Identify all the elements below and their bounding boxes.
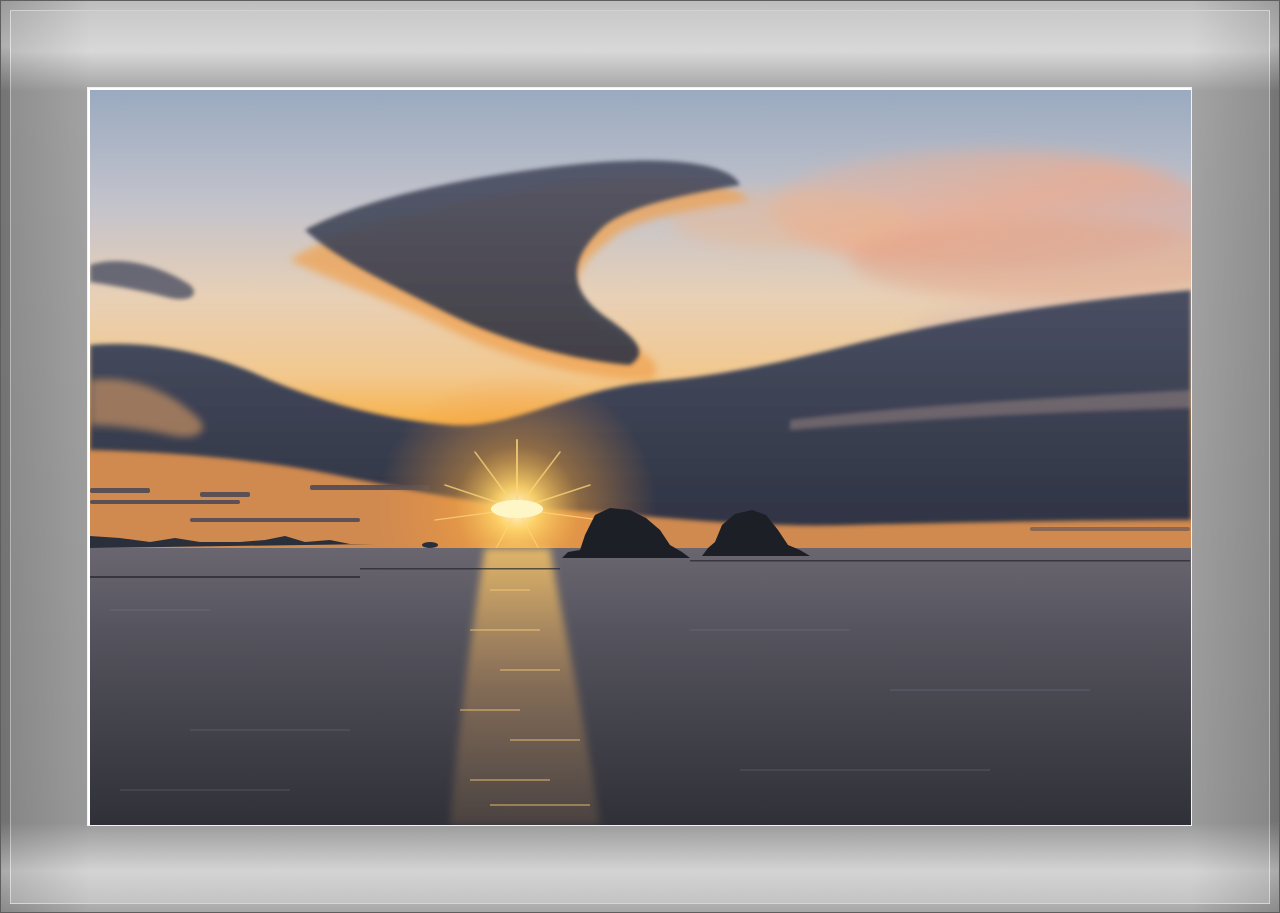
sunset-photo [90, 90, 1191, 825]
sunset-scene [90, 90, 1191, 825]
distant-islet [422, 542, 438, 548]
sea [90, 548, 1191, 825]
sun [491, 500, 543, 518]
photo-frame [87, 87, 1192, 826]
